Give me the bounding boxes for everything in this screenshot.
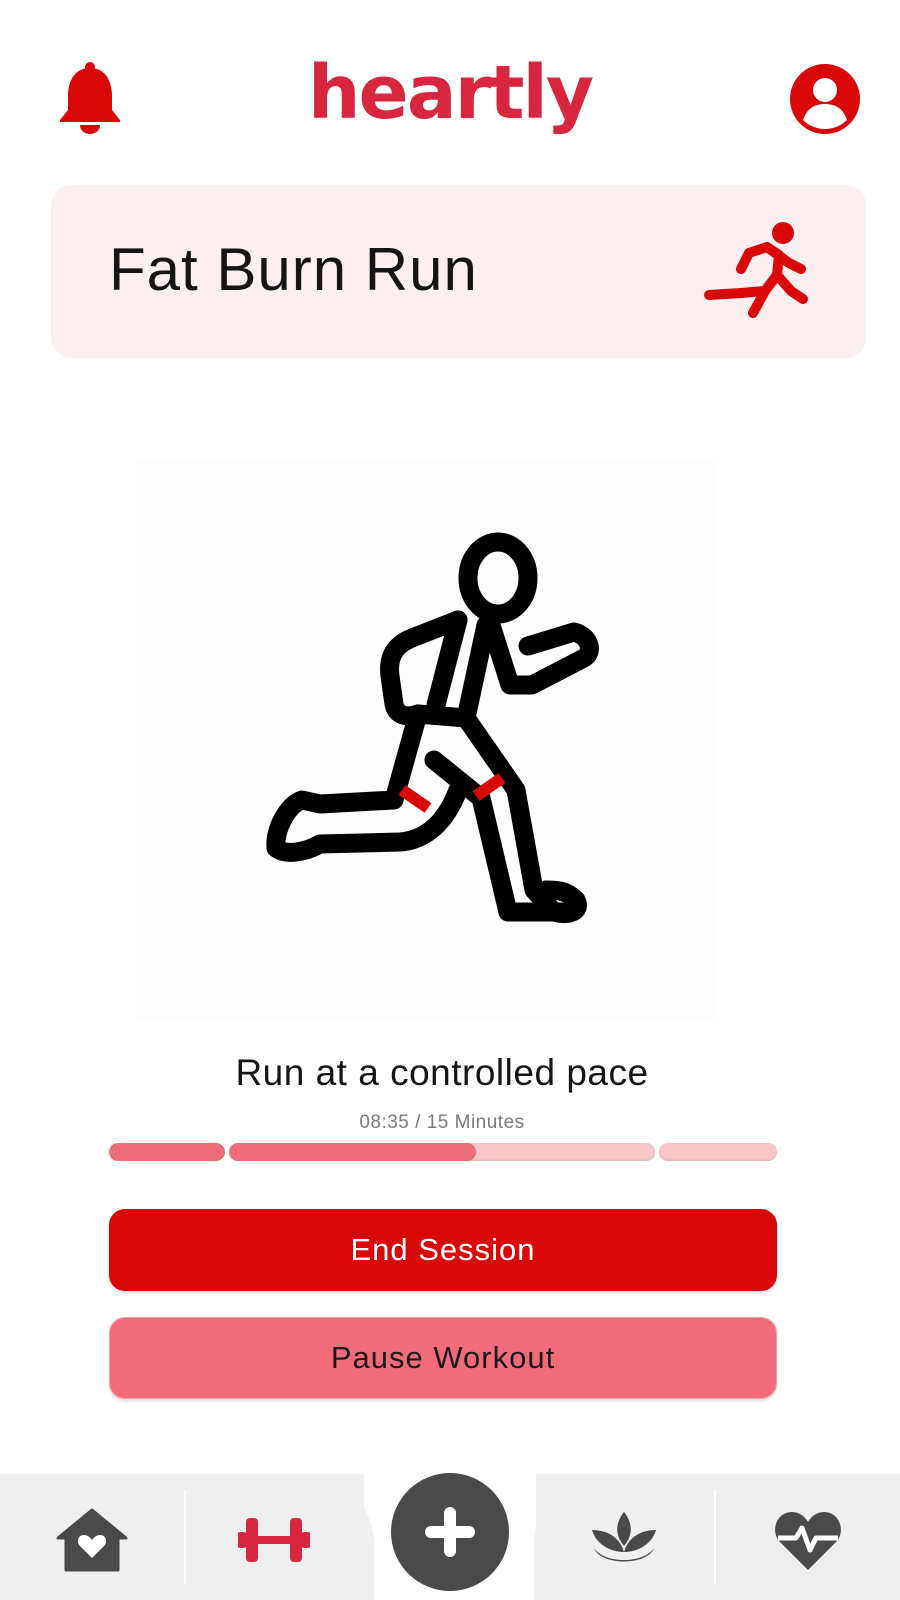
plus-icon bbox=[425, 1507, 475, 1557]
workout-title-card: Fat Burn Run bbox=[51, 185, 866, 358]
workout-progress bbox=[109, 1143, 777, 1161]
app-header: heartly bbox=[0, 0, 900, 180]
progress-segment-2 bbox=[229, 1143, 655, 1161]
user-circle-icon[interactable] bbox=[790, 64, 860, 134]
lotus-icon[interactable] bbox=[588, 1508, 660, 1572]
nav-divider bbox=[184, 1490, 186, 1584]
progress-segment-1 bbox=[109, 1143, 225, 1161]
runner-illustration bbox=[266, 532, 599, 923]
workout-title: Fat Burn Run bbox=[109, 236, 478, 303]
heart-pulse-icon[interactable] bbox=[772, 1508, 844, 1572]
nav-divider bbox=[714, 1490, 716, 1584]
pause-workout-button[interactable]: Pause Workout bbox=[109, 1317, 777, 1399]
running-person-icon bbox=[704, 222, 808, 318]
timer-readout: 08:35 / 15 Minutes bbox=[359, 1112, 525, 1133]
progress-segment-3 bbox=[659, 1143, 777, 1161]
home-heart-icon[interactable] bbox=[56, 1508, 128, 1572]
dumbbell-icon[interactable] bbox=[238, 1508, 310, 1572]
exercise-instruction: Run at a controlled pace bbox=[235, 1052, 649, 1093]
bottom-navigation bbox=[0, 1473, 900, 1600]
end-session-button[interactable]: End Session bbox=[109, 1209, 777, 1291]
add-workout-button[interactable] bbox=[391, 1473, 509, 1591]
brand-logo: heartly bbox=[307, 50, 594, 136]
exercise-illustration bbox=[136, 460, 716, 1020]
